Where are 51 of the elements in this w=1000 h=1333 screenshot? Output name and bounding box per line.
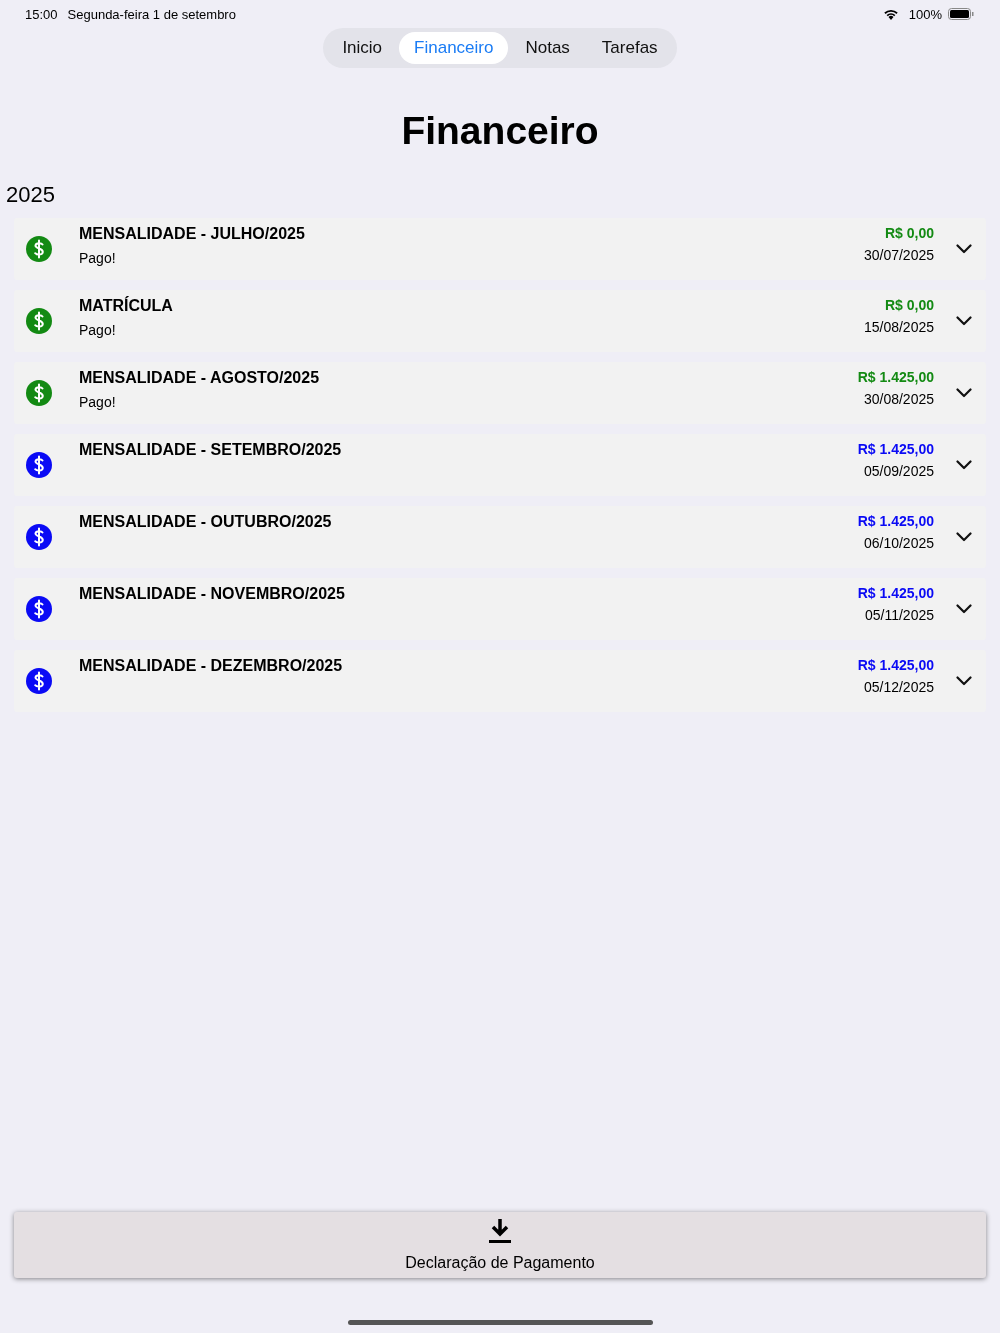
payment-status: Pago! (79, 322, 117, 338)
chevron-down-icon[interactable] (956, 676, 972, 686)
chevron-down-icon[interactable] (956, 244, 972, 254)
payment-title: MENSALIDADE - JULHO/2025 (79, 225, 306, 243)
status-time: 15:00 (25, 6, 58, 22)
payment-status: Pago! (79, 250, 117, 266)
payment-amount: R$ 1.425,00 (857, 585, 934, 601)
payment-date: 15/08/2025 (863, 319, 934, 335)
download-button[interactable]: Declaração de Pagamento (14, 1212, 986, 1278)
chevron-down-icon[interactable] (956, 532, 972, 542)
payment-date: 05/09/2025 (862, 463, 934, 479)
payment-row[interactable]: MENSALIDADE - NOVEMBRO/2025 R$ 1.425,00 05/11/2025 (14, 578, 986, 640)
payment-date: 06/10/2025 (862, 535, 934, 551)
download-icon (489, 1218, 511, 1244)
payment-date: 30/08/2025 (862, 391, 934, 407)
payment-row[interactable]: MENSALIDADE - DEZEMBRO/2025 R$ 1.425,00 05/12/2025 (14, 650, 986, 712)
payment-title: MENSALIDADE - DEZEMBRO/2025 (79, 657, 344, 675)
payment-status: Pago! (79, 394, 117, 410)
chevron-down-icon[interactable] (956, 316, 972, 326)
status-date: Segunda-feira 1 de setembro (67, 6, 236, 22)
payment-amount: R$ 1.425,00 (857, 441, 934, 457)
chevron-down-icon[interactable] (956, 460, 972, 470)
payment-row[interactable]: MENSALIDADE - AGOSTO/2025 Pago! R$ 1.425,00 30/08/2025 (14, 362, 986, 424)
payment-date: 05/12/2025 (862, 679, 934, 695)
battery-icon (948, 8, 974, 20)
battery-percent: 100% (908, 6, 942, 22)
tab[interactable]: Financeiro (399, 32, 509, 64)
payment-amount: R$ 1.425,00 (857, 369, 934, 385)
payment-row[interactable]: MATRÍCULA Pago! R$ 0,00 15/08/2025 (14, 290, 986, 352)
payment-amount: R$ 1.425,00 (857, 513, 934, 529)
section-header: 2025 (6, 182, 56, 208)
payment-date: 05/11/2025 (863, 607, 934, 623)
payment-title: MENSALIDADE - OUTUBRO/2025 (79, 513, 333, 531)
payment-title: MENSALIDADE - NOVEMBRO/2025 (79, 585, 346, 603)
payment-amount: R$ 1.425,00 (857, 657, 934, 673)
chevron-down-icon[interactable] (956, 604, 972, 614)
payment-amount: R$ 0,00 (883, 297, 934, 313)
page-title: Financeiro (400, 108, 600, 154)
payment-title: MENSALIDADE - AGOSTO/2025 (79, 369, 321, 387)
payment-title: MENSALIDADE - SETEMBRO/2025 (79, 441, 343, 459)
tab[interactable]: Inicio (327, 32, 398, 64)
payment-amount: R$ 0,00 (883, 225, 934, 241)
tab[interactable]: Notas (510, 32, 585, 64)
wifi-icon (882, 8, 899, 20)
payment-title: MATRÍCULA (79, 297, 174, 315)
tab[interactable]: Tarefas (586, 32, 673, 64)
payment-row[interactable]: MENSALIDADE - SETEMBRO/2025 R$ 1.425,00 05/09/2025 (14, 434, 986, 496)
payment-date: 30/07/2025 (863, 247, 934, 263)
payment-row[interactable]: MENSALIDADE - OUTUBRO/2025 R$ 1.425,00 06/10/2025 (14, 506, 986, 568)
payment-row[interactable]: MENSALIDADE - JULHO/2025 Pago! R$ 0,00 30/07/2025 (14, 218, 986, 280)
chevron-down-icon[interactable] (956, 388, 972, 398)
